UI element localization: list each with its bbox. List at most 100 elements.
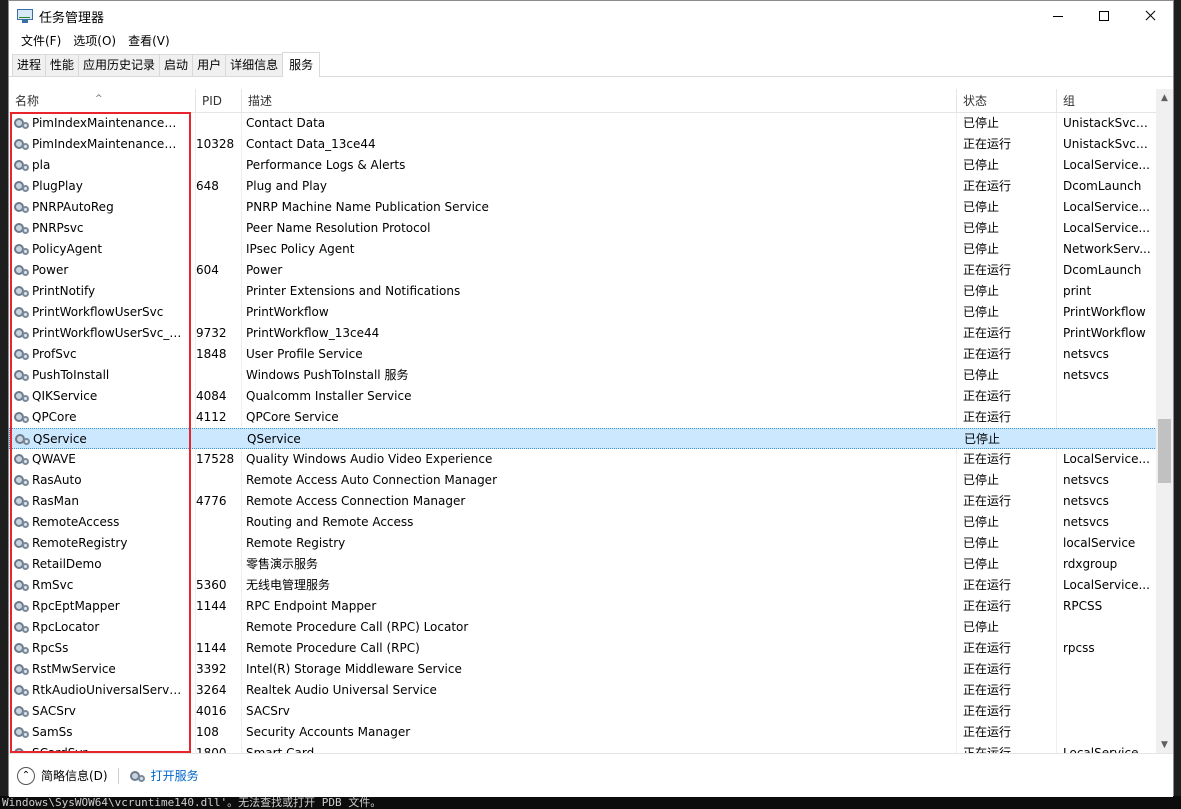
table-row[interactable]: QWAVE 17528 Quality Windows Audio Video Ex… <box>9 449 1173 470</box>
service-status: 已停止 <box>963 158 1000 172</box>
table-row[interactable]: QIKService 4084 Qualcomm Installer Service… <box>9 386 1173 407</box>
service-name: pla <box>32 158 51 172</box>
table-row[interactable]: PolicyAgent IPsec Policy Agent 已停止 NetworkS… <box>9 239 1173 260</box>
service-description: Windows PushToInstall 服务 <box>246 368 409 382</box>
service-gear-icon <box>14 431 32 448</box>
table-row[interactable]: RasMan 4776 Remote Access Connection Manag… <box>9 491 1173 512</box>
table-row[interactable]: PlugPlay 648 Plug and Play 正在运行 DcomLaunch <box>9 176 1173 197</box>
task-manager-icon <box>17 8 33 24</box>
service-pid <box>196 281 240 302</box>
service-group: PrintWorkflow <box>1063 326 1146 340</box>
table-row[interactable]: RpcLocator Remote Procedure Call (RPC) Lo… <box>9 617 1173 638</box>
service-gear-icon <box>13 556 31 573</box>
service-status: 已停止 <box>963 242 1000 256</box>
table-row[interactable]: PrintWorkflowUserSvc PrintWorkflow 已停止 Prin… <box>9 302 1173 323</box>
service-description: SACSrv <box>246 704 290 718</box>
service-gear-icon <box>13 682 31 699</box>
open-services-link[interactable]: 打开服务 <box>129 767 199 784</box>
scroll-down-icon[interactable]: ▼ <box>1156 736 1173 753</box>
less-details-button[interactable]: ⌃ 简略信息(D) <box>17 766 108 785</box>
service-description: Remote Access Auto Connection Manager <box>246 473 497 487</box>
table-row[interactable]: pla Performance Logs & Alerts 已停止 LocalServ… <box>9 155 1173 176</box>
service-pid: 4776 <box>196 494 227 508</box>
table-row[interactable]: RemoteRegistry Remote Registry 已停止 localSer… <box>9 533 1173 554</box>
service-status: 已停止 <box>963 305 1000 319</box>
service-gear-icon <box>13 493 31 510</box>
minimize-icon <box>1053 15 1063 17</box>
service-description: PNRP Machine Name Publication Service <box>246 200 489 214</box>
title-bar[interactable]: 任务管理器 <box>9 1 1173 31</box>
table-row[interactable]: ProfSvc 1848 User Profile Service 正在运行 netsv… <box>9 344 1173 365</box>
service-gear-icon <box>13 703 31 720</box>
service-pid: 604 <box>196 263 219 277</box>
service-description: Contact Data_13ce44 <box>246 137 376 151</box>
service-group: LocalService... <box>1063 200 1150 214</box>
table-row[interactable]: QPCore 4112 QPCore Service 正在运行 <box>9 407 1173 428</box>
service-description: Intel(R) Storage Middleware Service <box>246 662 462 676</box>
table-row[interactable]: PushToInstall Windows PushToInstall 服务 已停止… <box>9 365 1173 386</box>
table-row[interactable]: RmSvc 5360 无线电管理服务 正在运行 LocalService... <box>9 575 1173 596</box>
service-gear-icon <box>13 472 31 489</box>
tab-services[interactable]: 服务 <box>282 52 321 77</box>
service-status: 正在运行 <box>963 725 1012 739</box>
table-row[interactable]: SACSrv 4016 SACSrv 正在运行 <box>9 701 1173 722</box>
service-name: PimIndexMaintenanceSv... <box>32 137 182 151</box>
table-row[interactable]: QService QService 已停止 <box>9 428 1173 449</box>
service-pid: 10328 <box>196 137 235 151</box>
tab-app-history[interactable]: 应用历史记录 <box>78 54 161 76</box>
column-header-status[interactable]: 状态 <box>957 89 1057 113</box>
menu-file[interactable]: 文件(F) <box>15 31 67 51</box>
table-row[interactable]: PNRPAutoReg PNRP Machine Name Publication… <box>9 197 1173 218</box>
service-name: SamSs <box>32 725 73 739</box>
tab-details[interactable]: 详细信息 <box>225 54 284 76</box>
tab-startup[interactable]: 启动 <box>159 54 194 76</box>
table-row[interactable]: RpcEptMapper 1144 RPC Endpoint Mapper 正在运行 R… <box>9 596 1173 617</box>
table-row[interactable]: PimIndexMaintenanceSvc Contact Data 已停止 Uni… <box>9 113 1173 134</box>
tab-performance[interactable]: 性能 <box>45 54 80 76</box>
scroll-up-icon[interactable]: ▲ <box>1156 89 1173 106</box>
close-button[interactable] <box>1127 1 1173 31</box>
table-row[interactable]: PrintWorkflowUserSvc_1... 9732 PrintWorkfl… <box>9 323 1173 344</box>
vertical-scrollbar[interactable]: ▲ ▼ <box>1156 89 1173 753</box>
column-header-name[interactable]: 名称 ^ <box>9 89 196 113</box>
service-status: 正在运行 <box>963 410 1012 424</box>
tab-processes[interactable]: 进程 <box>12 54 47 76</box>
service-pid: 5360 <box>196 578 227 592</box>
table-row[interactable]: RtkAudioUniversalService 3264 Realtek Audi… <box>9 680 1173 701</box>
service-gear-icon <box>13 262 31 279</box>
menu-view[interactable]: 查看(V) <box>122 31 176 51</box>
table-row[interactable]: SCardSvr 1800 Smart Card 正在运行 LocalService..… <box>9 743 1173 753</box>
table-row[interactable]: RetailDemo 零售演示服务 已停止 rdxgroup <box>9 554 1173 575</box>
service-description: Smart Card <box>246 746 315 753</box>
tab-users[interactable]: 用户 <box>192 54 227 76</box>
table-row[interactable]: RasAuto Remote Access Auto Connection Man… <box>9 470 1173 491</box>
service-group: netsvcs <box>1063 473 1109 487</box>
menu-options[interactable]: 选项(O) <box>67 31 122 51</box>
service-gear-icon <box>13 136 31 153</box>
service-pid: 1800 <box>196 746 227 753</box>
table-row[interactable]: RstMwService 3392 Intel(R) Storage Middlew… <box>9 659 1173 680</box>
column-header-pid[interactable]: PID <box>196 89 242 113</box>
table-row[interactable]: PrintNotify Printer Extensions and Notifi… <box>9 281 1173 302</box>
table-row[interactable]: RemoteAccess Routing and Remote Access 已停止… <box>9 512 1173 533</box>
scrollbar-thumb[interactable] <box>1158 419 1171 483</box>
table-row[interactable]: Power 604 Power 正在运行 DcomLaunch <box>9 260 1173 281</box>
service-status: 已停止 <box>963 620 1000 634</box>
service-description: Quality Windows Audio Video Experience <box>246 452 493 466</box>
column-header-description[interactable]: 描述 <box>242 89 957 113</box>
service-group <box>1063 680 1153 701</box>
service-group: LocalService... <box>1063 452 1150 466</box>
table-row[interactable]: PimIndexMaintenanceSv... 10328 Contact Dat… <box>9 134 1173 155</box>
service-description: IPsec Policy Agent <box>246 242 355 256</box>
service-description: RPC Endpoint Mapper <box>246 599 377 613</box>
column-header-group[interactable]: 组 <box>1057 89 1157 113</box>
table-row[interactable]: RpcSs 1144 Remote Procedure Call (RPC) 正在运行… <box>9 638 1173 659</box>
tab-bar: 进程 性能 应用历史记录 启动 用户 详细信息 服务 <box>9 51 1173 77</box>
maximize-button[interactable] <box>1081 1 1127 31</box>
table-row[interactable]: SamSs 108 Security Accounts Manager 正在运行 <box>9 722 1173 743</box>
table-row[interactable]: PNRPsvc Peer Name Resolution Protocol 已停止 L… <box>9 218 1173 239</box>
service-name: RemoteRegistry <box>32 536 128 550</box>
minimize-button[interactable] <box>1035 1 1081 31</box>
service-name: RasMan <box>32 494 79 508</box>
service-name: RetailDemo <box>32 557 102 571</box>
